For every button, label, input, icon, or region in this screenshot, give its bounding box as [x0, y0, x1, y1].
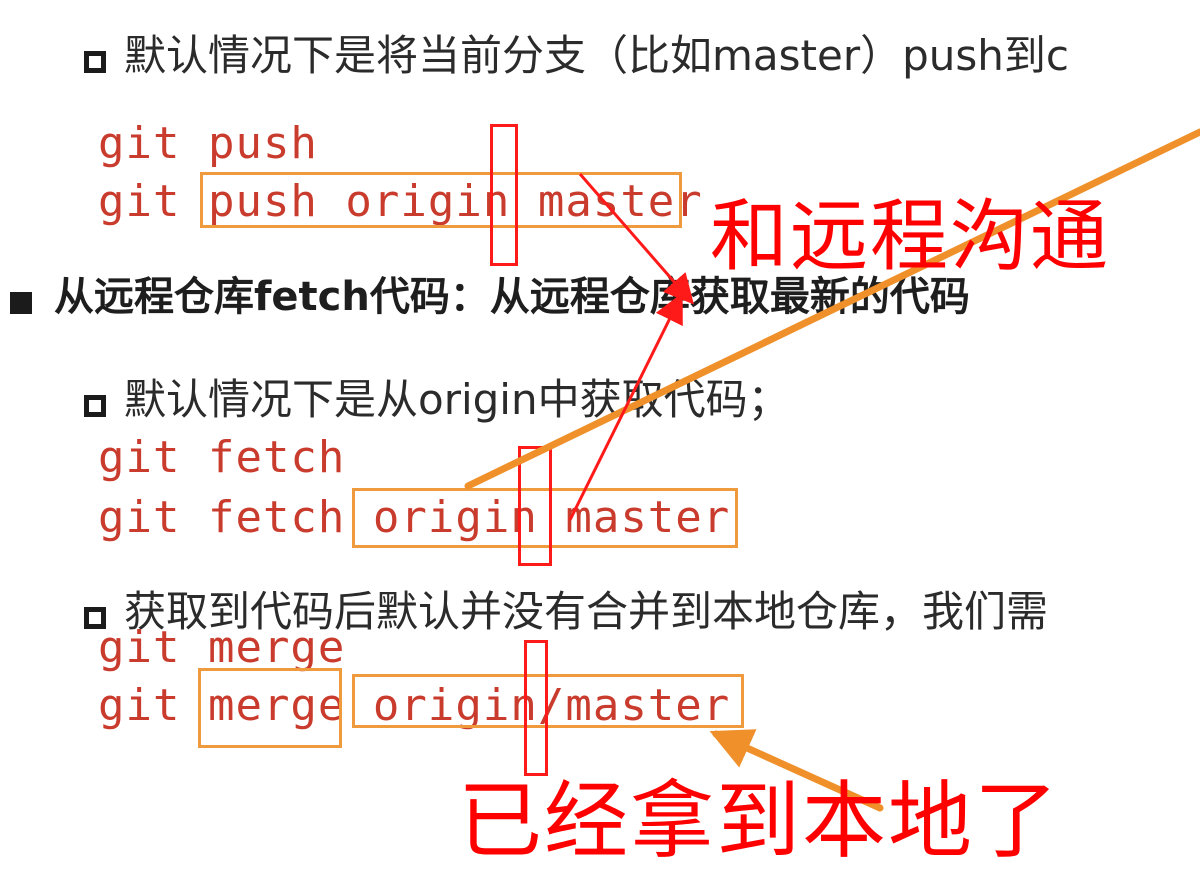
- red-arrow-push: [578, 173, 694, 305]
- annotation-arrows: [464, 128, 1200, 812]
- remote-communication-note: 和远程沟通: [710, 192, 1111, 282]
- red-arrow-fetch: [568, 292, 683, 521]
- already-local-note: 已经拿到本地了: [458, 772, 1061, 870]
